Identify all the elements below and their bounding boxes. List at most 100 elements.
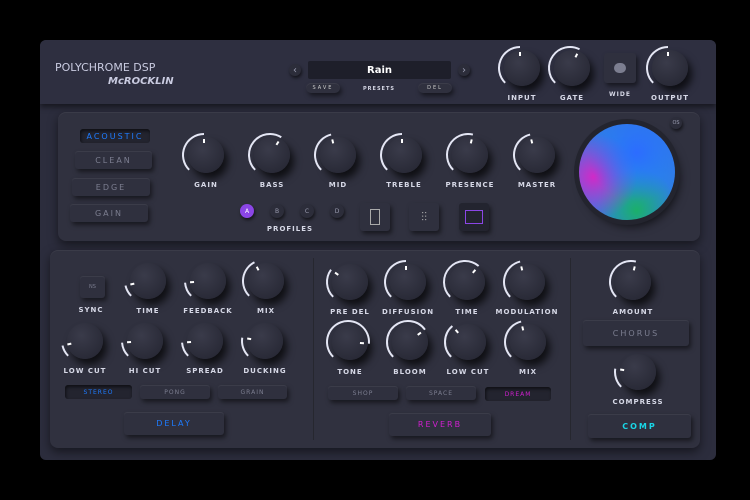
delay-mix-knob[interactable]: [240, 257, 292, 309]
wide-label: WIDE: [609, 91, 631, 98]
amp-gain-knob[interactable]: [180, 131, 232, 183]
reverb-mode-dream[interactable]: DREAM: [485, 387, 551, 401]
chorus-toggle-button[interactable]: CHORUS: [583, 320, 689, 346]
knob-indicator: [417, 331, 422, 336]
save-preset-button[interactable]: SAVE: [306, 83, 340, 93]
value-arc: [443, 260, 480, 298]
value-arc: [614, 368, 622, 388]
amp-mode-edge[interactable]: EDGE: [72, 178, 150, 196]
knob-indicator: [469, 139, 473, 144]
comp-compress-knob[interactable]: [612, 348, 664, 400]
value-arc: [242, 261, 255, 297]
delay-time-knob[interactable]: [122, 257, 174, 309]
profile-d[interactable]: D: [330, 204, 344, 218]
value-arc: [548, 46, 580, 84]
preset-name-display[interactable]: Rain: [308, 61, 451, 79]
value-arc: [121, 342, 129, 357]
speaker-icon: [370, 209, 380, 225]
reverb-pre-del-knob[interactable]: [324, 258, 376, 310]
divider: [313, 258, 314, 440]
delay-low-cut-label: LOW CUT: [63, 367, 107, 375]
reverb-mode-space[interactable]: SPACE: [406, 386, 476, 400]
amp-icon: [465, 210, 483, 224]
reverb-tone-knob[interactable]: [324, 318, 376, 370]
amp-master-label: MASTER: [517, 181, 557, 189]
wide-icon: [614, 63, 626, 73]
wide-button[interactable]: [604, 53, 636, 83]
output-knob[interactable]: [644, 44, 696, 96]
value-arc: [444, 325, 454, 358]
reverb-bloom-label: BLOOM: [393, 368, 427, 376]
value-arc: [386, 320, 426, 358]
xy-pad-orb[interactable]: [579, 124, 675, 220]
amp-mode-acoustic[interactable]: ACOUSTIC: [80, 129, 150, 143]
knob-indicator: [472, 269, 477, 274]
brand-sub: McROCKLIN: [108, 76, 174, 87]
value-arc: [248, 133, 282, 171]
delay-mode-pong[interactable]: PONG: [140, 385, 210, 399]
amp-treble-label: TREBLE: [386, 181, 422, 189]
reverb-time-knob[interactable]: [441, 258, 493, 310]
value-arc: [241, 337, 249, 357]
delay-low-cut-knob[interactable]: [59, 317, 111, 369]
prev-preset-button[interactable]: ‹: [289, 64, 301, 76]
amp-mode-gain[interactable]: GAIN: [70, 204, 148, 222]
value-arc: [504, 320, 522, 358]
amp-master-knob[interactable]: [511, 131, 563, 183]
reverb-low-cut-knob[interactable]: [442, 318, 494, 370]
reverb-diffusion-knob[interactable]: [382, 258, 434, 310]
knob-indicator: [255, 266, 260, 271]
profile-c[interactable]: C: [300, 204, 314, 218]
comp-toggle-button[interactable]: COMP: [588, 414, 691, 438]
comp-compress-label: COMPRESS: [612, 398, 664, 406]
profile-b[interactable]: B: [270, 204, 284, 218]
knob-indicator: [521, 326, 525, 331]
delay-time-label: TIME: [136, 307, 160, 315]
amp-bass-label: BASS: [259, 181, 285, 189]
comp-amount-label: AMOUNT: [612, 308, 654, 316]
reverb-modulation-label: MODULATION: [495, 308, 559, 316]
delay-toggle-button[interactable]: DELAY: [124, 412, 224, 435]
eq-button[interactable]: ⫶⫶: [409, 203, 439, 231]
delay-hi-cut-knob[interactable]: [119, 317, 171, 369]
knob-indicator: [247, 337, 252, 341]
knob-indicator: [574, 53, 579, 58]
amp-treble-knob[interactable]: [378, 131, 430, 183]
reverb-mix-label: MIX: [519, 368, 537, 376]
reverb-bloom-knob[interactable]: [384, 318, 436, 370]
reverb-mode-shop[interactable]: SHOP: [328, 386, 398, 400]
comp-amount-knob[interactable]: [607, 258, 659, 310]
amp-mid-knob[interactable]: [312, 131, 364, 183]
next-preset-button[interactable]: ›: [458, 64, 470, 76]
delay-mode-stereo[interactable]: STEREO: [65, 385, 132, 399]
cabinet-button[interactable]: [360, 203, 390, 231]
knob-indicator: [520, 266, 524, 271]
reverb-toggle-button[interactable]: REVERB: [389, 413, 491, 436]
delay-spread-knob[interactable]: [179, 317, 231, 369]
delay-mode-grain[interactable]: GRAIN: [218, 385, 287, 399]
input-knob[interactable]: [496, 44, 548, 96]
amp-mid-label: MID: [328, 181, 348, 189]
delay-feedback-label: FEEDBACK: [183, 307, 233, 315]
reverb-modulation-knob[interactable]: [501, 258, 553, 310]
profiles-label: PROFILES: [266, 225, 314, 233]
delete-preset-button[interactable]: DEL: [418, 83, 452, 93]
delay-mix-label: MIX: [257, 307, 275, 315]
amp-mode-clean[interactable]: CLEAN: [75, 151, 152, 169]
knob-indicator: [632, 266, 636, 271]
reverb-mix-knob[interactable]: [502, 318, 554, 370]
value-arc: [124, 285, 132, 297]
amp-presence-knob[interactable]: [444, 131, 496, 183]
delay-feedback-knob[interactable]: [182, 257, 234, 309]
reverb-pre-del-label: PRE DEL: [330, 308, 370, 316]
profile-a[interactable]: A: [240, 204, 254, 218]
knob-indicator: [334, 271, 339, 276]
os-button[interactable]: OS: [670, 117, 682, 129]
gate-knob[interactable]: [546, 44, 598, 96]
value-arc: [609, 260, 637, 298]
amp-bass-knob[interactable]: [246, 131, 298, 183]
pedal-button[interactable]: [459, 203, 489, 231]
value-arc: [646, 46, 669, 84]
noise-shaper-button[interactable]: NS: [80, 276, 105, 298]
delay-ducking-knob[interactable]: [239, 317, 291, 369]
